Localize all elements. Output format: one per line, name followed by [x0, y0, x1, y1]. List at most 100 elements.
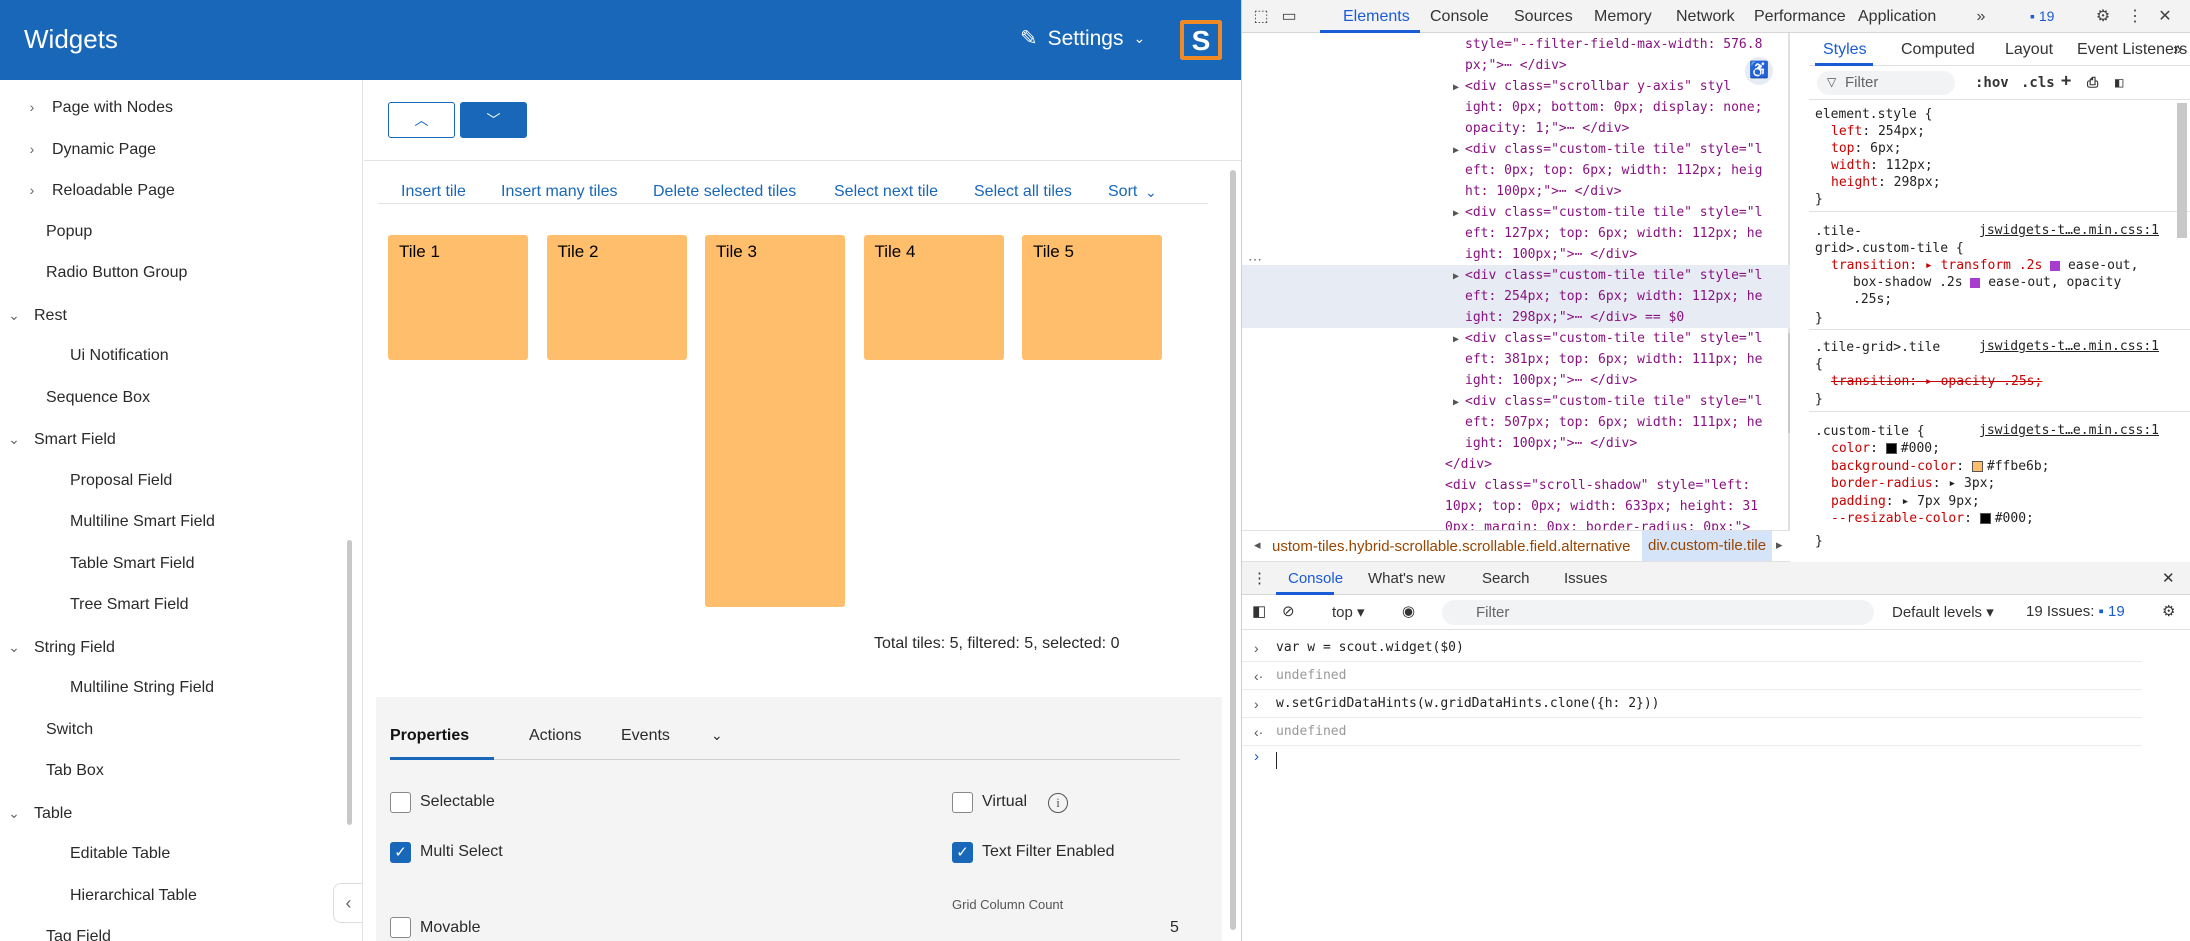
drawer-menu-icon[interactable]: ⋮: [1252, 562, 1267, 595]
tile[interactable]: Tile 2: [546, 235, 687, 360]
nav-item[interactable]: Multiline Smart Field: [70, 507, 215, 537]
css-source-link[interactable]: jswidgets-t…e.min.css:1: [1979, 423, 2159, 438]
dom-node-line[interactable]: opacity: 1;">⋯ </div>: [1242, 118, 1790, 139]
tab-whats-new[interactable]: What's new: [1368, 562, 1445, 595]
nav-item[interactable]: Proposal Field: [70, 466, 172, 496]
multi-select-checkbox[interactable]: ✓: [390, 842, 411, 863]
sidebar-toggle-icon[interactable]: ◧: [1252, 595, 1266, 628]
breadcrumb-current[interactable]: div.custom-tile.tile: [1642, 531, 1773, 561]
dom-node-line[interactable]: ▶ <div class="custom-tile tile" style="l: [1242, 202, 1790, 223]
select-next-tile-menu[interactable]: Select next tile: [834, 172, 938, 212]
main-scrollbar[interactable]: [1230, 170, 1236, 930]
nav-item[interactable]: › Reloadable Page: [22, 175, 175, 205]
tile[interactable]: Tile 5: [1022, 235, 1162, 360]
dom-node-line[interactable]: eft: 0px; top: 6px; width: 112px; heig: [1242, 160, 1790, 181]
move-up-button[interactable]: ︿: [388, 102, 455, 138]
color-swatch-icon[interactable]: [1971, 460, 1983, 472]
settings-menu[interactable]: ✎ Settings ⌄: [1020, 26, 1145, 51]
css-source-link[interactable]: jswidgets-t…e.min.css:1: [1979, 339, 2159, 354]
inspect-element-icon[interactable]: ⬚: [1250, 6, 1272, 28]
close-icon[interactable]: ✕: [2154, 6, 2176, 28]
nav-item[interactable]: Popup: [46, 217, 92, 247]
more-tabs-icon[interactable]: »: [2173, 33, 2182, 66]
dom-node-line[interactable]: ight: 100px;">⋯ </div>: [1242, 433, 1790, 454]
paint-icon[interactable]: ⎙: [2087, 75, 2098, 91]
nav-item[interactable]: Sequence Box: [46, 383, 150, 413]
sidebar-toggle-icon[interactable]: ◧: [2115, 75, 2123, 91]
nav-item[interactable]: Switch: [46, 715, 93, 745]
css-declaration[interactable]: color: #000;: [1831, 440, 1940, 457]
dom-node-line[interactable]: ight: 100px;">⋯ </div>: [1242, 244, 1790, 265]
info-icon[interactable]: i: [1048, 793, 1068, 813]
tab-console[interactable]: Console: [1430, 0, 1489, 33]
issues-badge[interactable]: ▪ 19: [2030, 0, 2054, 33]
grid-column-count-field[interactable]: 5: [1170, 919, 1179, 937]
dom-node-line[interactable]: ight: 100px;">⋯ </div>: [1242, 370, 1790, 391]
movable-checkbox[interactable]: [390, 917, 411, 938]
tab-actions[interactable]: Actions: [529, 727, 581, 745]
cls-toggle[interactable]: .cls: [2021, 75, 2055, 91]
css-declaration[interactable]: height: 298px;: [1831, 174, 1941, 191]
more-tabs-icon[interactable]: »: [1970, 6, 1992, 28]
insert-many-tiles-menu[interactable]: Insert many tiles: [501, 172, 617, 212]
css-source-link[interactable]: jswidgets-t…e.min.css:1: [1979, 223, 2159, 238]
dom-node-line[interactable]: </div>: [1242, 454, 1790, 475]
nav-item[interactable]: Hierarchical Table: [70, 881, 197, 911]
tab-event-listeners[interactable]: Event Listeners: [2077, 33, 2187, 66]
styles-scrollbar[interactable]: [2177, 103, 2187, 238]
virtual-checkbox[interactable]: [952, 792, 973, 813]
dom-node-line[interactable]: style="--filter-field-max-width: 576.8: [1242, 34, 1790, 55]
dom-node-line[interactable]: <div class="scroll-shadow" style="left:: [1242, 475, 1790, 496]
nav-item[interactable]: Multiline String Field: [70, 673, 214, 703]
chevron-right-icon[interactable]: ›: [22, 134, 42, 164]
css-declaration[interactable]: --resizable-color: #000;: [1831, 510, 2034, 527]
css-declaration[interactable]: transition: ▸ transform .2s ease-out,: [1831, 257, 2138, 274]
chevron-right-icon[interactable]: ›: [22, 92, 42, 122]
tab-performance[interactable]: Performance: [1754, 0, 1846, 33]
tab-search[interactable]: Search: [1482, 562, 1530, 595]
device-toolbar-icon[interactable]: ▭: [1278, 6, 1300, 28]
chevron-down-icon[interactable]: ⌄: [4, 424, 24, 454]
dom-node-line[interactable]: eft: 127px; top: 6px; width: 112px; he: [1242, 223, 1790, 244]
chevron-down-icon[interactable]: ⌄: [4, 798, 24, 828]
css-declaration[interactable]: top: 6px;: [1831, 140, 1901, 157]
dom-node-line[interactable]: px;">⋯ </div>: [1242, 55, 1790, 76]
nav-item[interactable]: Ui Notification: [70, 341, 169, 371]
dom-node-line[interactable]: ▶ <div class="custom-tile tile" style="l: [1242, 139, 1790, 160]
console-output[interactable]: › › var w = scout.widget($0) ‹· undefined › w…: [1242, 630, 2190, 941]
gear-icon[interactable]: ⚙: [2092, 6, 2114, 28]
nav-item[interactable]: Radio Button Group: [46, 258, 187, 288]
dom-node-line[interactable]: ▶ <div class="custom-tile tile" style="l: [1242, 328, 1790, 349]
nav-item[interactable]: Tag Field: [46, 922, 111, 941]
console-input-cursor[interactable]: [1276, 752, 1277, 769]
dom-node-line[interactable]: ▶ <div class="scrollbar y-axis" styl: [1242, 76, 1790, 97]
nav-item[interactable]: Table Smart Field: [70, 549, 195, 579]
chevron-down-icon[interactable]: ⌄: [4, 300, 24, 330]
sort-menu[interactable]: Sort: [1108, 172, 1137, 212]
tab-events[interactable]: Events: [621, 727, 670, 745]
clear-console-icon[interactable]: ⊘: [1282, 595, 1295, 628]
tab-computed[interactable]: Computed: [1901, 33, 1975, 66]
chevron-right-icon[interactable]: ›: [22, 175, 42, 205]
color-swatch-icon[interactable]: [1979, 513, 1991, 524]
nav-item[interactable]: › Dynamic Page: [22, 134, 156, 164]
nav-item[interactable]: ⌄ String Field: [4, 632, 115, 662]
issues-counter[interactable]: 19 Issues: ▪ 19: [2026, 603, 2125, 620]
tab-styles[interactable]: Styles: [1823, 33, 1867, 66]
delete-selected-tiles-menu[interactable]: Delete selected tiles: [653, 172, 796, 212]
nav-item[interactable]: Tree Smart Field: [70, 590, 189, 620]
css-declaration[interactable]: background-color: #ffbe6b;: [1831, 458, 2050, 475]
tab-sources[interactable]: Sources: [1514, 0, 1573, 33]
dom-node-line[interactable]: eft: 507px; top: 6px; width: 111px; he: [1242, 412, 1790, 433]
css-declaration[interactable]: width: 112px;: [1831, 157, 1933, 174]
insert-tile-menu[interactable]: Insert tile: [401, 172, 466, 212]
nav-scrollbar[interactable]: [347, 540, 352, 825]
nav-item[interactable]: Editable Table: [70, 839, 170, 869]
new-rule-icon[interactable]: +: [2061, 71, 2071, 91]
scroll-left-icon[interactable]: ◂: [1254, 537, 1261, 553]
tab-issues[interactable]: Issues: [1564, 562, 1607, 595]
collapse-nav-chevron-left-icon[interactable]: ‹: [333, 883, 362, 923]
console-filter-input[interactable]: Filter: [1442, 600, 1874, 625]
select-all-tiles-menu[interactable]: Select all tiles: [974, 172, 1072, 212]
expand-triangle-icon[interactable]: ▶: [1453, 329, 1465, 350]
